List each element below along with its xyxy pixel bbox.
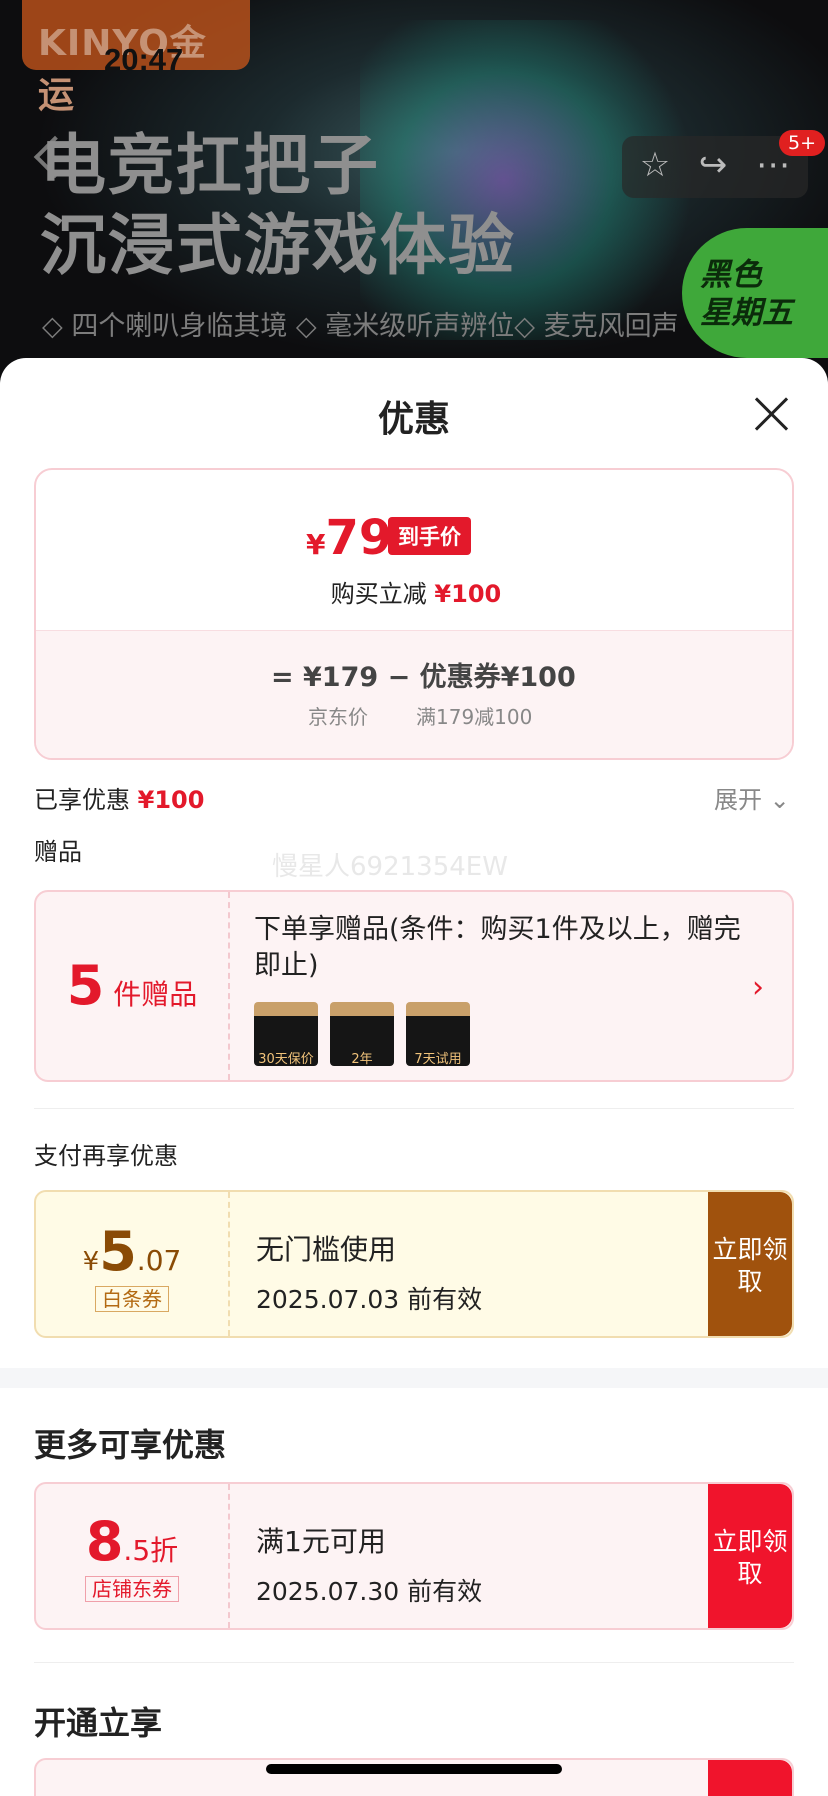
store-coupon-kind: 店铺东券 xyxy=(85,1576,179,1602)
chevron-down-icon: ⌄ xyxy=(769,786,790,814)
divider xyxy=(34,1108,794,1109)
pay-coupon-value: ¥5.07 白条券 xyxy=(36,1192,230,1336)
gift-thumb: 30天保价 xyxy=(254,1002,318,1067)
formula-text: = ¥179 − 优惠券¥100 xyxy=(271,662,576,693)
reduce-line: 购买立减 ¥100 xyxy=(36,574,792,609)
gift-count-value: 5 xyxy=(66,954,105,1017)
coupon-label: 满179减100 xyxy=(416,705,533,729)
hero-subtitle: ◇ 四个喇叭身临其境 ◇ 毫米级听声辨位◇ 麦克风回声 xyxy=(42,311,679,342)
gift-card[interactable]: 5 件赠品 下单享赠品(条件：购买1件及以上，赠完即止) 30天保价 2年 7天… xyxy=(34,890,794,1082)
store-decimal: .5 xyxy=(123,1534,151,1567)
hero-line-1: 电竞扛把子 xyxy=(40,127,380,204)
pay-coupon: ¥5.07 白条券 无门槛使用 2025.07.03 前有效 立即领取 xyxy=(34,1190,794,1338)
store-coupon-name: 满1元可用 xyxy=(256,1525,386,1558)
discount-sheet: 优惠 ¥79 到手价 购买立减 ¥100 = ¥179 − 优惠券¥100 京东… xyxy=(0,358,828,1796)
black-friday-badge: 黑色 星期五 xyxy=(682,228,828,358)
notification-badge: 5+ xyxy=(779,130,826,156)
status-time: 20:47 xyxy=(104,42,184,77)
gift-thumb: 7天试用 xyxy=(406,1002,470,1067)
open-section-title: 开通立享 xyxy=(34,1704,163,1742)
pay-section-title: 支付再享优惠 xyxy=(34,1142,178,1170)
pay-coupon-kind: 白条券 xyxy=(95,1286,169,1312)
jd-price-label: 京东价 xyxy=(308,705,368,729)
pay-decimal: .07 xyxy=(136,1244,182,1277)
store-coupon-valid: 2025.07.30 前有效 xyxy=(256,1577,483,1606)
store-unit: 折 xyxy=(150,1534,179,1567)
favorite-icon[interactable]: ☆ xyxy=(632,142,678,188)
pay-currency: ¥ xyxy=(82,1247,100,1277)
expand-button[interactable]: 展开 ⌄ xyxy=(714,780,790,815)
final-price: ¥79 xyxy=(306,510,392,566)
hero-line-2: 沉浸式游戏体验 xyxy=(40,207,516,284)
expand-label: 展开 xyxy=(714,786,762,814)
section-separator xyxy=(0,1368,828,1388)
store-coupon: 8.5折 店铺东券 满1元可用 2025.07.30 前有效 立即领取 xyxy=(34,1482,794,1630)
enjoyed-label: 已享优惠 xyxy=(34,786,130,814)
final-price-value: 79 xyxy=(325,510,393,566)
reduce-value: ¥100 xyxy=(434,580,502,608)
chevron-right-icon: › xyxy=(752,970,764,1005)
share-icon[interactable]: ↪ xyxy=(690,142,736,188)
gift-section-title: 赠品 xyxy=(34,838,82,866)
promo-line-1: 黑色 xyxy=(700,257,762,293)
more-section-title: 更多可享优惠 xyxy=(34,1426,227,1464)
final-price-tag: 到手价 xyxy=(388,517,471,555)
enjoyed-discount: 已享优惠 ¥100 xyxy=(34,780,204,815)
pay-coupon-name: 无门槛使用 xyxy=(256,1233,397,1266)
reduce-label: 购买立减 xyxy=(330,580,427,608)
gift-count: 5 件赠品 xyxy=(36,892,230,1080)
open-button[interactable] xyxy=(708,1760,792,1796)
store-amount: 8 xyxy=(85,1510,124,1573)
claim-store-coupon-button[interactable]: 立即领取 xyxy=(708,1484,792,1628)
price-summary: ¥79 到手价 购买立减 ¥100 = ¥179 − 优惠券¥100 京东价 满… xyxy=(34,468,794,760)
enjoyed-value: ¥100 xyxy=(137,786,205,814)
pay-amount: 5 xyxy=(99,1220,137,1283)
gift-desc: 下单享赠品(条件：购买1件及以上，赠完即止) xyxy=(254,914,741,981)
currency-symbol: ¥ xyxy=(306,528,326,561)
gift-count-unit: 件赠品 xyxy=(113,978,198,1011)
promo-line-2: 星期五 xyxy=(700,295,793,331)
watermark: 慢星人6921354EW xyxy=(272,852,508,882)
store-coupon-value: 8.5折 店铺东券 xyxy=(36,1484,230,1628)
price-formula: = ¥179 − 优惠券¥100 京东价 满179减100 xyxy=(36,630,792,758)
product-banner: KINYO金运 20:47 电竞扛把子 沉浸式游戏体验 ◇ 四个喇叭身临其境 ◇… xyxy=(0,0,828,380)
pay-coupon-valid: 2025.07.03 前有效 xyxy=(256,1285,483,1314)
divider xyxy=(34,1662,794,1663)
sheet-title: 优惠 xyxy=(377,399,450,440)
close-icon[interactable] xyxy=(752,394,792,434)
hero-title: 电竞扛把子 沉浸式游戏体验 xyxy=(40,126,516,286)
gift-thumb: 2年 xyxy=(330,1002,394,1067)
home-indicator xyxy=(266,1764,562,1774)
claim-pay-coupon-button[interactable]: 立即领取 xyxy=(708,1192,792,1336)
